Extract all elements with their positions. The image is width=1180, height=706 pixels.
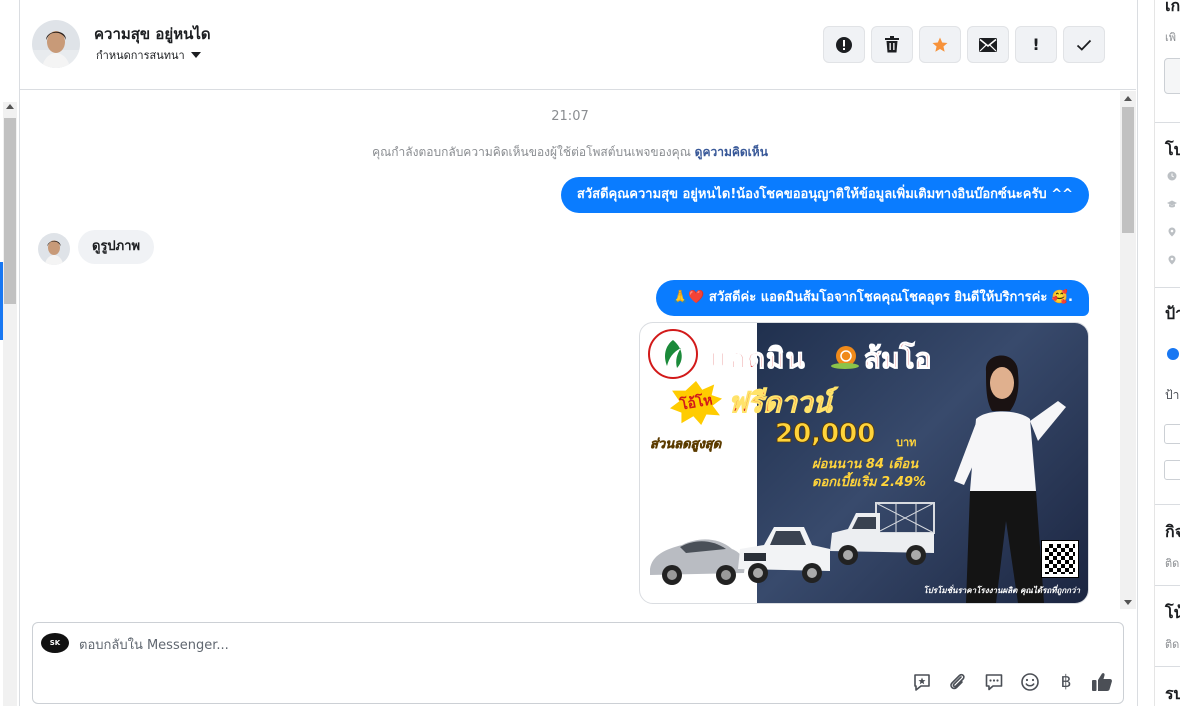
trash-icon [885,36,899,53]
page-avatar: SK [41,633,69,653]
emoji-button[interactable] [1019,671,1041,693]
promo-headline-name: ส้มโอ [863,342,932,376]
envelope-icon [979,37,997,52]
composer-tools: ฿ [911,671,1113,693]
sidebar-content: เก เพิ โป ป้า ป้า กิจ ติด โน้ ติด รบ [1154,0,1180,706]
sender-avatar[interactable] [38,233,70,265]
promo-image-attachment[interactable]: แอดมิน ส้มโอ โอ้โห ฟรีดาวน์ ส่วนลดสูงสุด… [639,322,1089,604]
quick-reply-button[interactable] [983,671,1005,693]
sidebar-section-title: เก [1165,0,1180,15]
mark-unread-button[interactable] [967,26,1009,63]
location-pin-icon [1168,255,1176,265]
promo-headline: แอดมิน [710,342,806,376]
promo-discount-label: ส่วนลดสูงสุด [650,437,722,453]
follow-up-button[interactable]: ! [1015,26,1057,63]
label-checkbox[interactable] [1164,424,1180,444]
contact-details-sidebar: เก เพิ โป ป้า ป้า กิจ ติด โน้ ติด รบ [1137,0,1180,706]
sidebar-section-subtitle: เพิ [1165,31,1177,44]
reply-input[interactable] [79,635,879,655]
promo-discount-amount: 20,000 [775,419,876,450]
burst-text: โอ้โห [678,392,714,414]
dealer-logo [648,329,698,379]
scroll-down-arrow-icon[interactable] [1124,600,1132,605]
message-bubble-incoming[interactable]: ดูรูปภาพ [78,230,155,264]
mark-done-button[interactable] [1063,26,1105,63]
sidebar-divider [1155,666,1180,667]
sidebar-section-title: ป้า [1165,304,1180,323]
sidebar-section-title: กิจ [1165,522,1180,541]
sidebar-divider [1155,585,1180,586]
check-icon [1076,39,1092,51]
thread-scroll-thumb[interactable] [1122,107,1134,233]
promo-footer: โปรโมชั่นราคาโรงงานผลิต คุณได้รถที่ถูกกว… [923,586,1080,595]
notice-text: คุณกำลังตอบกลับความคิดเห็นของผู้ใช้ต่อโพ… [372,145,691,159]
conversation-list-edge [0,0,20,706]
car-pickup-image [738,527,830,583]
selected-conversation-indicator [0,262,3,340]
conversation-actions: ! [823,26,1105,63]
message-timestamp: 21:07 [551,109,589,124]
view-comment-link[interactable]: ดูความคิดเห็น [695,145,768,159]
star-button[interactable] [919,26,961,63]
message-bubble-outgoing[interactable]: 🙏❤️ สวัสดีค่ะ แอดมินส้มโอจากโชคคุณโชคอุด… [656,280,1089,316]
thread-scrollbar[interactable] [1120,91,1136,609]
sidebar-gutter [1138,0,1154,706]
assign-label: กำหนดการสนทนา [96,49,185,62]
label-chip-icon[interactable] [1167,348,1179,360]
assign-conversation-dropdown[interactable]: กำหนดการสนทนา [96,46,201,64]
sidebar-section-title: โน้ [1165,603,1180,622]
alert-circle-icon [836,36,852,53]
label-checkbox[interactable] [1164,460,1180,480]
paperclip-icon [950,673,965,690]
conversation-header: ความสุข อยู่หนได กำหนดการสนทนา ! [20,0,1136,90]
baht-icon: ฿ [1060,672,1072,692]
attach-button[interactable] [947,671,969,693]
like-button[interactable] [1091,671,1113,693]
sidebar-divider [1155,287,1180,288]
car-truck-image [830,502,935,565]
qr-code [1041,540,1079,578]
sidebar-input-box[interactable] [1164,58,1180,94]
star-icon [932,37,948,52]
message-bubble-outgoing[interactable]: สวัสดีคุณความสุข อยู่หนได!น้องโชคขออนุญา… [560,177,1089,213]
car-sedan-image [650,539,745,585]
snail-icon [831,346,859,369]
saved-reply-icon [914,674,930,691]
report-spam-button[interactable] [823,26,865,63]
education-icon [1167,200,1177,208]
sidebar-divider [1155,122,1180,123]
payment-button[interactable]: ฿ [1055,671,1077,693]
message-composer: SK ตอบกลับใน Messenger... ฿ [32,622,1124,704]
page-inbox: ความสุข อยู่หนได กำหนดการสนทนา ! 21:07 ค… [0,0,1180,706]
promo-currency: บาท [896,436,917,449]
contact-name[interactable]: ความสุข อยู่หนได [94,22,211,46]
sidebar-section-title: โป [1165,140,1180,159]
saved-reply-button[interactable] [911,671,933,693]
exclamation-icon: ! [1032,35,1040,54]
comment-reply-notice: คุณกำลังตอบกลับความคิดเห็นของผู้ใช้ต่อโพ… [20,143,1120,162]
conversation-panel: ความสุข อยู่หนได กำหนดการสนทนา ! 21:07 ค… [20,0,1136,706]
message-thread[interactable]: 21:07 คุณกำลังตอบกลับความคิดเห็นของผู้ใช… [20,91,1136,609]
delete-button[interactable] [871,26,913,63]
location-pin-icon [1168,227,1176,237]
smiley-icon [1021,673,1039,691]
contact-avatar[interactable] [32,20,80,68]
sidebar-section-subtitle: ติด [1165,638,1180,651]
sidebar-section-subtitle: ติด [1165,557,1180,570]
sidebar-section-title: รบ [1165,684,1180,703]
thumbs-up-icon [1092,673,1112,691]
conversation-list-scroll-thumb[interactable] [4,118,16,304]
sidebar-section-subtitle: ป้า [1165,388,1180,402]
scroll-up-arrow-icon[interactable] [1124,96,1132,101]
promo-rate: ดอกเบี้ยเริ่ม 2.49% [812,475,927,490]
chat-bubble-icon [985,674,1003,691]
promo-burst-badge: โอ้โห [670,381,722,425]
scroll-up-arrow-icon[interactable] [6,104,14,109]
sidebar-divider [1155,504,1180,505]
caret-down-icon [190,52,201,58]
clock-icon [1167,171,1177,181]
